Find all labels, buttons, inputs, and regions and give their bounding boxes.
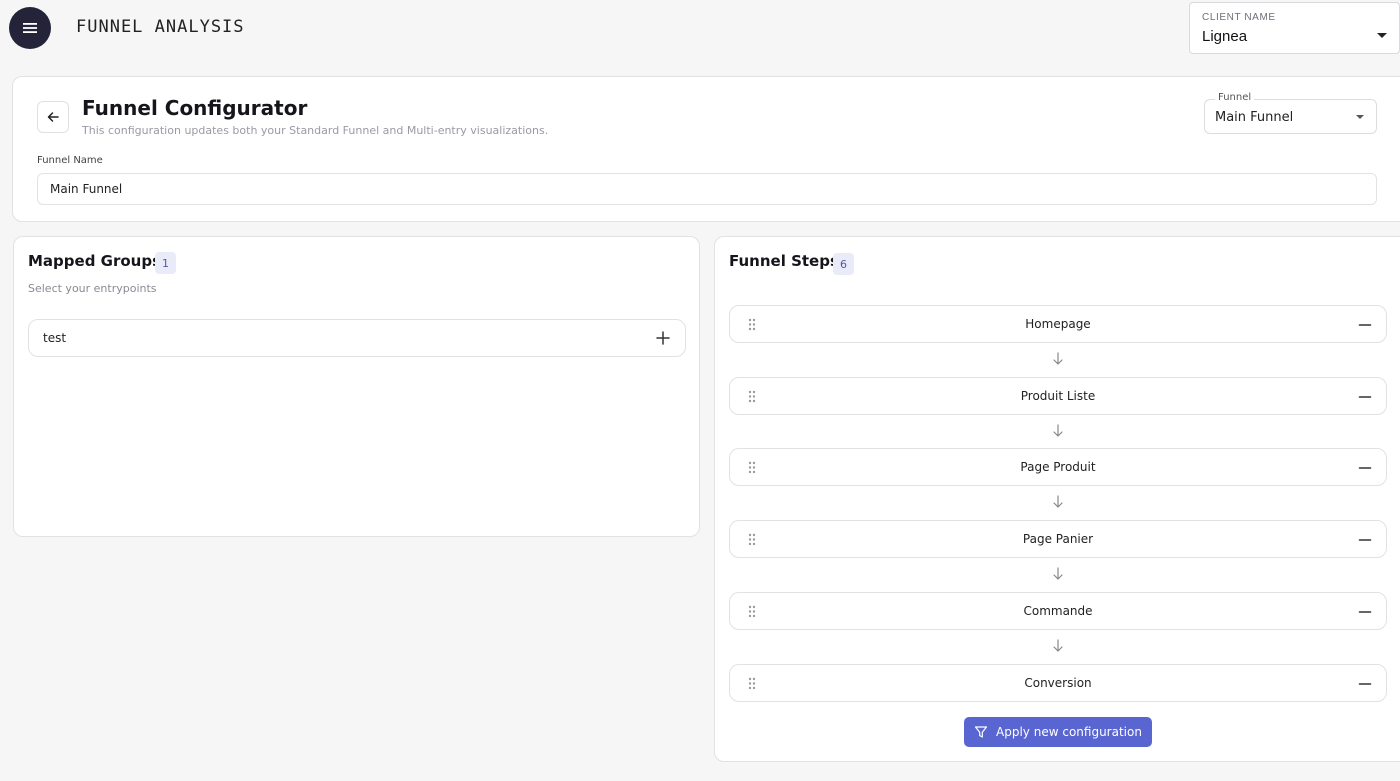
filter-icon <box>974 726 988 738</box>
mapped-groups-count-badge: 1 <box>155 252 176 274</box>
page-title: Funnel Configurator <box>82 96 308 120</box>
funnel-steps-card: Funnel Steps 6 Homepage Produit Liste Page… <box>714 236 1400 762</box>
remove-step-icon[interactable] <box>1358 677 1372 691</box>
funnel-step-label: Homepage <box>1025 317 1091 331</box>
funnel-step-label: Commande <box>1023 604 1093 618</box>
funnel-step-label: Produit Liste <box>1020 389 1096 403</box>
funnel-select-value: Main Funnel <box>1215 110 1294 125</box>
funnel-name-label: Funnel Name <box>37 155 103 166</box>
client-name-label: CLIENT NAME <box>1202 12 1276 23</box>
funnel-step-label: Conversion <box>1024 676 1092 690</box>
funnel-step-row[interactable]: Page Produit <box>729 448 1387 486</box>
funnel-step-label: Page Produit <box>1020 460 1096 474</box>
caret-down-icon <box>1356 115 1364 119</box>
funnel-step-row[interactable]: Produit Liste <box>729 377 1387 415</box>
client-name-select[interactable]: CLIENT NAME Lignea <box>1189 2 1400 54</box>
app-title: FUNNEL ANALYSIS <box>76 17 245 37</box>
funnel-select-label: Funnel <box>1215 92 1255 103</box>
remove-step-icon[interactable] <box>1358 533 1372 547</box>
group-item-label: test <box>43 331 67 345</box>
apply-configuration-label: Apply new configuration <box>996 725 1142 739</box>
funnel-step-row[interactable]: Page Panier <box>729 520 1387 558</box>
caret-down-icon <box>1377 33 1387 38</box>
funnel-step-row[interactable]: Conversion <box>729 664 1387 702</box>
arrow-down-icon <box>1053 424 1063 437</box>
mapped-groups-card: Mapped Groups 1 Select your entrypoints … <box>13 236 700 537</box>
funnel-step-row[interactable]: Homepage <box>729 305 1387 343</box>
funnel-select[interactable]: Funnel Main Funnel <box>1204 92 1377 134</box>
funnel-configurator-card: Funnel Configurator This configuration u… <box>12 76 1400 222</box>
arrow-left-icon <box>47 112 59 122</box>
group-item-test[interactable]: test <box>28 319 686 357</box>
funnel-name-input[interactable] <box>37 173 1377 205</box>
plus-icon[interactable] <box>655 330 671 346</box>
page-subtitle: This configuration updates both your Sta… <box>82 124 549 137</box>
funnel-step-label: Page Panier <box>1022 532 1094 546</box>
arrow-down-icon <box>1053 639 1063 652</box>
apply-configuration-button[interactable]: Apply new configuration <box>964 717 1152 747</box>
funnel-steps-count-badge: 6 <box>833 253 854 275</box>
funnel-step-row[interactable]: Commande <box>729 592 1387 630</box>
mapped-groups-title: Mapped Groups <box>28 252 162 270</box>
arrow-down-icon <box>1053 352 1063 365</box>
arrow-down-icon <box>1053 495 1063 508</box>
mapped-groups-subtitle: Select your entrypoints <box>28 282 157 295</box>
funnel-steps-title: Funnel Steps <box>729 252 839 270</box>
remove-step-icon[interactable] <box>1358 605 1372 619</box>
back-button[interactable] <box>37 101 69 133</box>
menu-button[interactable] <box>9 7 51 49</box>
remove-step-icon[interactable] <box>1358 390 1372 404</box>
arrow-down-icon <box>1053 567 1063 580</box>
client-name-value: Lignea <box>1202 28 1248 45</box>
remove-step-icon[interactable] <box>1358 318 1372 332</box>
hamburger-icon <box>23 23 37 33</box>
remove-step-icon[interactable] <box>1358 461 1372 475</box>
